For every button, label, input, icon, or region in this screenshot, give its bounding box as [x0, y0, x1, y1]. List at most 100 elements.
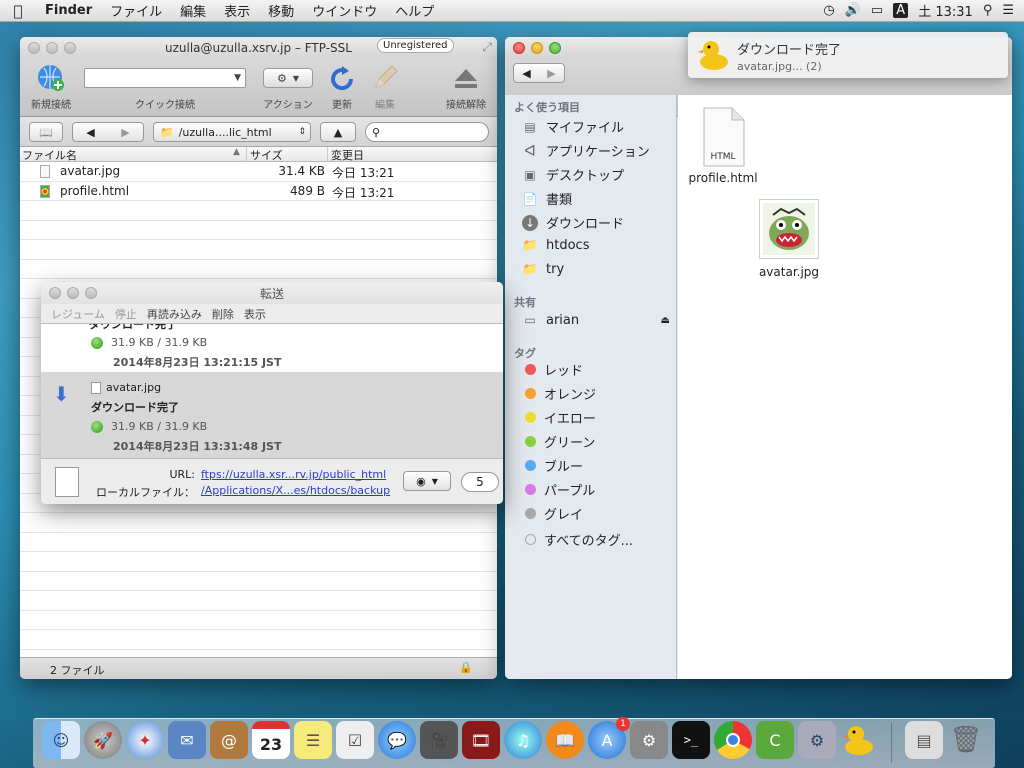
- facetime-dock-icon[interactable]: 🎥: [420, 721, 458, 759]
- action-button[interactable]: ⚙ ▼: [263, 68, 313, 88]
- transfer-item-selected[interactable]: ⬇ avatar.jpg ダウンロード完了 31.9 KB / 31.9 KB …: [41, 372, 503, 458]
- unregistered-badge[interactable]: Unregistered: [377, 38, 454, 53]
- search-input[interactable]: ⚲: [365, 122, 489, 142]
- stop-button[interactable]: 停止: [115, 306, 137, 322]
- tags-heading: タグ: [514, 347, 536, 360]
- notification-banner[interactable]: ダウンロード完了 avatar.jpg... (2): [688, 32, 1008, 78]
- menu-file[interactable]: ファイル: [101, 1, 171, 20]
- mail-dock-icon[interactable]: ✉: [168, 721, 206, 759]
- disconnect-button[interactable]: 接続解除: [440, 63, 492, 111]
- url-link[interactable]: ftps://uzulla.xsr...rv.jp/public_html: [201, 468, 386, 481]
- back-arrow-icon[interactable]: ◀: [86, 126, 94, 139]
- sidebar-tag-item[interactable]: オレンジ: [522, 384, 596, 403]
- reminders-dock-icon[interactable]: ☑: [336, 721, 374, 759]
- input-source-icon[interactable]: A: [893, 3, 909, 18]
- menu-window[interactable]: ウインドウ: [303, 1, 386, 20]
- sidebar-item-all-my-files[interactable]: ▤ マイファイル: [522, 117, 624, 137]
- file-row[interactable]: avatar.jpg 31.4 KB 今日 13:21: [20, 162, 497, 182]
- quick-connect-input[interactable]: ▼: [84, 68, 246, 88]
- contacts-dock-icon[interactable]: @: [210, 721, 248, 759]
- sidebar-item-arian[interactable]: ▭ arian ⏏: [522, 312, 670, 328]
- sidebar-tag-item[interactable]: パープル: [522, 480, 595, 499]
- spotlight-icon[interactable]: ⚲: [983, 3, 993, 18]
- notes-dock-icon[interactable]: ☰: [294, 721, 332, 759]
- column-modified[interactable]: 変更日: [327, 147, 364, 163]
- utility-dock-icon[interactable]: ⚙: [798, 721, 836, 759]
- show-button[interactable]: 表示: [244, 306, 266, 322]
- volume-icon[interactable]: 🔊: [845, 3, 861, 18]
- sidebar-item-try[interactable]: 📁 try: [522, 261, 565, 277]
- refresh-button[interactable]: 更新: [323, 63, 361, 111]
- resume-button[interactable]: レジューム: [51, 306, 105, 322]
- column-size[interactable]: サイズ: [246, 147, 283, 163]
- minimize-button[interactable]: [531, 42, 543, 54]
- finder-file-profile-html[interactable]: HTML profile.html: [683, 107, 763, 185]
- photo-booth-dock-icon[interactable]: 🎞: [462, 721, 500, 759]
- app-store-dock-icon[interactable]: A 1: [588, 717, 630, 759]
- url-label: URL:: [169, 468, 195, 481]
- chrome-dock-icon[interactable]: [714, 721, 752, 759]
- column-name[interactable]: ファイル名: [22, 147, 77, 163]
- launchpad-dock-icon[interactable]: 🚀: [84, 721, 122, 759]
- trash-dock-icon[interactable]: 🗑: [947, 721, 985, 759]
- transfers-titlebar[interactable]: 転送: [41, 282, 503, 304]
- cyberduck-titlebar[interactable]: uzulla@uzulla.xsrv.jp – FTP-SSL Unregist…: [20, 37, 497, 59]
- parent-directory-button[interactable]: ▲: [320, 122, 356, 142]
- calendar-dock-icon[interactable]: 23: [252, 721, 290, 759]
- sidebar-tag-item[interactable]: レッド: [522, 360, 583, 379]
- finder-dock-icon[interactable]: ☺: [42, 721, 80, 759]
- eject-icon[interactable]: ⏏: [661, 315, 670, 326]
- remove-button[interactable]: 削除: [212, 306, 234, 322]
- finder-file-avatar-jpg[interactable]: avatar.jpg: [752, 199, 826, 279]
- forward-arrow-icon[interactable]: ▶: [547, 67, 555, 80]
- sidebar-tag-item[interactable]: グリーン: [522, 432, 595, 451]
- terminal-dock-icon[interactable]: >_: [672, 721, 710, 759]
- documents-stack-dock-icon[interactable]: ▤: [905, 721, 943, 759]
- connections-field[interactable]: 5: [461, 472, 499, 492]
- bandwidth-menu[interactable]: ◉ ▼: [403, 471, 451, 491]
- close-button[interactable]: [513, 42, 525, 54]
- local-file-link[interactable]: /Applications/X...es/htdocs/backup: [201, 484, 390, 497]
- safari-dock-icon[interactable]: ✦: [126, 721, 164, 759]
- itunes-dock-icon[interactable]: ♫: [504, 721, 542, 759]
- coda-dock-icon[interactable]: C: [756, 721, 794, 759]
- battery-icon[interactable]: ▭: [871, 3, 883, 18]
- cyberduck-dock-icon[interactable]: [840, 721, 878, 759]
- menu-help[interactable]: ヘルプ: [386, 1, 443, 20]
- bookmarks-button[interactable]: 📖: [29, 122, 63, 142]
- sidebar-tag-item[interactable]: イエロー: [522, 408, 596, 427]
- sidebar-item-documents[interactable]: 📄 書類: [522, 189, 573, 209]
- time-machine-icon[interactable]: ◷: [823, 3, 834, 18]
- sidebar-tag-item[interactable]: ブルー: [522, 456, 583, 475]
- edit-button[interactable]: 編集: [366, 63, 404, 111]
- transfer-item[interactable]: ダウンロード完了 31.9 KB / 31.9 KB 2014年8月23日 13…: [41, 324, 503, 372]
- forward-arrow-icon[interactable]: ▶: [121, 126, 129, 139]
- lock-icon[interactable]: 🔒: [459, 661, 473, 674]
- sidebar-item-all-tags[interactable]: すべてのタグ...: [522, 530, 633, 549]
- sidebar-item-htdocs[interactable]: 📁 htdocs: [522, 237, 590, 253]
- back-arrow-icon[interactable]: ◀: [522, 67, 530, 80]
- notification-center-icon[interactable]: ☰: [1002, 3, 1014, 18]
- sidebar-item-applications[interactable]: ᐊ アプリケーション: [522, 141, 650, 161]
- apple-menu-icon[interactable]: : [0, 2, 36, 20]
- menu-finder[interactable]: Finder: [36, 3, 101, 18]
- menu-edit[interactable]: 編集: [171, 1, 215, 20]
- messages-dock-icon[interactable]: 💬: [378, 721, 416, 759]
- sidebar-item-desktop[interactable]: ▣ デスクトップ: [522, 165, 624, 185]
- menu-view[interactable]: 表示: [215, 1, 259, 20]
- path-selector[interactable]: 📁 /uzulla....lic_html ⇕: [153, 122, 311, 142]
- empty-row: [20, 201, 497, 221]
- sidebar-item-downloads[interactable]: ↓ ダウンロード: [522, 213, 624, 232]
- clock[interactable]: 土 13:31: [918, 1, 973, 20]
- sidebar-tag-item[interactable]: グレイ: [522, 504, 583, 523]
- file-row[interactable]: profile.html 489 B 今日 13:21: [20, 182, 497, 201]
- document-icon: 📄: [522, 191, 538, 206]
- zoom-button[interactable]: [549, 42, 561, 54]
- menu-go[interactable]: 移動: [259, 1, 303, 20]
- new-connection-button[interactable]: 新規接続: [26, 63, 76, 111]
- system-preferences-dock-icon[interactable]: ⚙: [630, 721, 668, 759]
- action-menu[interactable]: ⚙ ▼ アクション: [259, 63, 317, 111]
- fullscreen-icon[interactable]: ⤢: [482, 40, 492, 55]
- ibooks-dock-icon[interactable]: 📖: [546, 721, 584, 759]
- reload-button[interactable]: 再読み込み: [147, 306, 202, 322]
